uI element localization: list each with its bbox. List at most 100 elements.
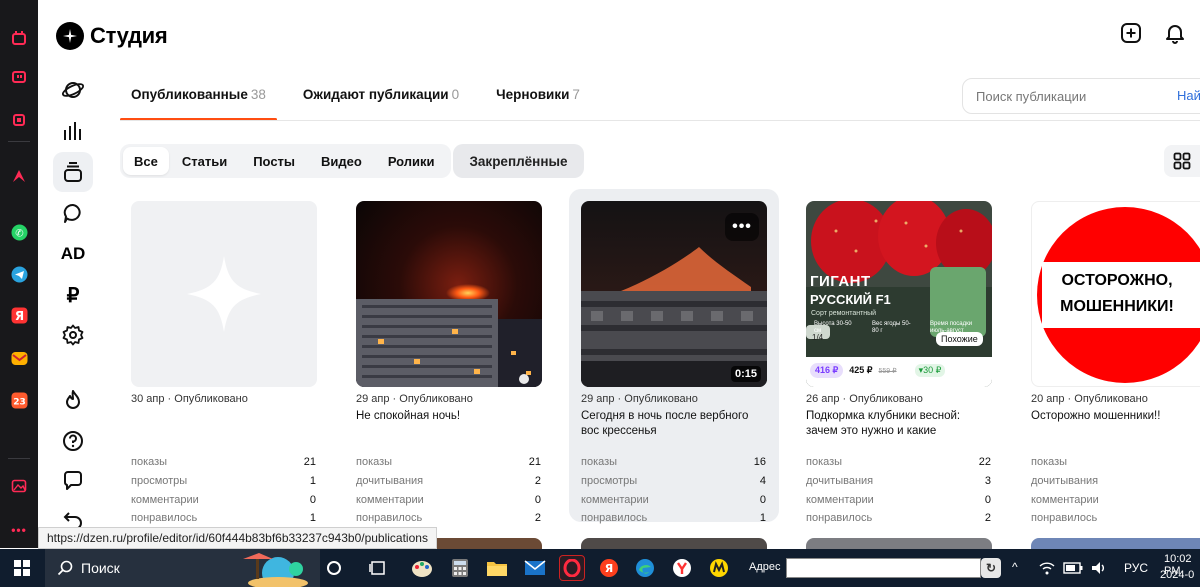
app-logo[interactable]: Студия — [56, 22, 168, 50]
help-icon[interactable] — [58, 426, 88, 456]
network-icon[interactable] — [1034, 555, 1060, 581]
address-go-icon[interactable]: ↻ — [981, 558, 1001, 578]
card-title[interactable]: Осторожно мошенники!! — [1031, 409, 1200, 439]
stat-row: дочитывания 3 — [806, 475, 991, 488]
notifications-bell-icon[interactable] — [1163, 21, 1187, 45]
stat-row: понравилось 1 — [581, 512, 766, 525]
card-title[interactable]: Подкормка клубники весной: зачем это нуж… — [806, 409, 992, 439]
card-title[interactable] — [131, 409, 317, 439]
calculator-icon[interactable] — [447, 555, 473, 581]
yandex-browser-icon[interactable] — [669, 555, 695, 581]
publication-card[interactable]: ГИГАНТ РУССКИЙ F1 Сорт ремонтантный Высо… — [806, 201, 992, 528]
stat-row: комментарии 0 — [581, 493, 766, 506]
dzen-logo-icon — [56, 22, 84, 50]
opera-icon[interactable] — [559, 555, 585, 581]
stat-row: комментарии 0 — [806, 493, 991, 506]
publication-card[interactable]: ОСТОРОЖНО, МОШЕННИКИ! 20 апр · Опубликов… — [1031, 201, 1200, 528]
pinned-filter-button[interactable]: Закреплённые — [453, 144, 584, 178]
card-stats: показы 22 дочитывания 3 комментарии 0 понра… — [806, 453, 992, 528]
settings-gear-icon[interactable] — [58, 320, 88, 350]
ad-product-name: РУССКИЙ F1 — [810, 292, 891, 307]
windows-start-icon[interactable] — [14, 560, 30, 576]
svg-text:Я: Я — [605, 562, 613, 575]
card-title[interactable]: Не спокойная ночь! — [356, 409, 542, 439]
yandex-market-icon[interactable] — [706, 555, 732, 581]
cortana-icon[interactable] — [321, 555, 347, 581]
card-stats: показы 16 просмотры 4 комментарии 0 понрави… — [581, 453, 767, 528]
chat-icon[interactable] — [58, 466, 88, 496]
aria-icon[interactable] — [7, 164, 31, 188]
card-thumbnail[interactable]: ••• 0:15 — [581, 201, 767, 387]
card-meta: 29 апр · Опубликовано — [356, 393, 473, 405]
tray-expand-icon[interactable]: ^ — [1012, 560, 1018, 574]
stat-row: показы 22 — [806, 456, 991, 469]
tab-scheduled[interactable]: Ожидают публикации 0 — [292, 75, 470, 121]
flame-icon[interactable] — [58, 385, 88, 415]
publication-card[interactable]: ••• 0:15 29 апр · Опубликовано Сегодня в… — [569, 189, 779, 528]
search-icon — [57, 560, 73, 576]
card-thumbnail[interactable] — [356, 201, 542, 387]
tab-drafts[interactable]: Черновики 7 — [485, 75, 591, 121]
twitch-icon[interactable] — [7, 66, 31, 90]
volume-icon[interactable] — [1086, 555, 1112, 581]
card-thumbnail[interactable]: ОСТОРОЖНО, МОШЕННИКИ! — [1031, 201, 1200, 387]
address-toolbar-input[interactable] — [786, 558, 981, 578]
ad-feature-weight: Вес ягоды 50-80 г — [872, 321, 911, 334]
language-indicator[interactable]: РУС — [1124, 561, 1148, 575]
taskbar-search[interactable]: Поиск — [45, 549, 320, 587]
address-dropdown-icon[interactable]: ▼ — [970, 562, 979, 572]
stat-row: понравилось 2 — [356, 512, 541, 525]
edge-icon[interactable] — [632, 555, 658, 581]
card-thumbnail[interactable]: ГИГАНТ РУССКИЙ F1 Сорт ремонтантный Высо… — [806, 201, 992, 387]
warning-line-2: МОШЕННИКИ! — [1060, 298, 1174, 315]
file-explorer-icon[interactable] — [484, 555, 510, 581]
filter-posts[interactable]: Посты — [240, 147, 308, 175]
add-publication-button[interactable] — [1119, 21, 1143, 45]
publication-card[interactable]: 30 апр · Опубликовано показы 21 просмотры… — [131, 201, 317, 528]
ad-similar-button[interactable]: Похожие — [936, 332, 983, 346]
news-icon[interactable]: 23 — [7, 388, 31, 412]
stat-row: дочитывания 2 — [356, 475, 541, 488]
video-duration: 0:15 — [730, 366, 761, 382]
tab-published[interactable]: Опубликованные 38 — [120, 75, 277, 121]
grid-view-icon[interactable] — [1164, 145, 1200, 177]
chip-icon[interactable] — [7, 108, 31, 132]
address-toolbar-label: Адрес — [749, 561, 781, 573]
telegram-icon[interactable] — [7, 262, 31, 286]
ad-subtitle: Сорт ремонтантный — [811, 310, 877, 317]
monetization-icon[interactable]: ₽ — [58, 280, 88, 310]
whatsapp-icon[interactable]: ✆ — [7, 220, 31, 244]
paint-icon[interactable] — [409, 555, 435, 581]
mail-app-icon[interactable] — [522, 555, 548, 581]
tab-count: 0 — [451, 87, 460, 102]
sparkle-placeholder-icon — [187, 256, 261, 332]
card-more-button[interactable]: ••• — [725, 213, 759, 241]
card-thumbnail[interactable] — [131, 201, 317, 387]
mail-icon[interactable] — [7, 346, 31, 370]
comments-icon[interactable] — [58, 198, 88, 228]
yandex-app-icon[interactable]: Я — [596, 555, 622, 581]
filter-videos[interactable]: Видео — [308, 147, 375, 175]
yandex-icon[interactable]: Я — [7, 303, 31, 327]
task-view-icon[interactable] — [365, 555, 391, 581]
search-input[interactable]: Поиск публикации — [962, 78, 1200, 114]
filter-shorts[interactable]: Ролики — [375, 147, 448, 175]
card-meta: 20 апр · Опубликовано — [1031, 393, 1148, 405]
filter-articles[interactable]: Статьи — [169, 147, 240, 175]
filter-all[interactable]: Все — [123, 147, 169, 175]
battery-icon[interactable] — [1060, 555, 1086, 581]
stat-row: комментарии — [1031, 493, 1099, 506]
statistics-icon[interactable] — [58, 116, 88, 146]
planet-icon[interactable] — [58, 75, 88, 105]
search-button[interactable]: Най — [1177, 88, 1200, 103]
publications-icon[interactable] — [53, 152, 93, 192]
calendar-icon[interactable] — [7, 26, 31, 50]
stat-row: просмотры 4 — [581, 475, 766, 488]
more-icon[interactable]: ••• — [7, 518, 31, 542]
search-placeholder: Поиск публикации — [976, 88, 1087, 104]
card-title[interactable]: Сегодня в ночь после вербного вос кресcе… — [581, 409, 767, 439]
publication-card[interactable]: 29 апр · Опубликовано Не спокойная ночь!… — [356, 201, 542, 528]
ads-icon[interactable]: AD — [58, 239, 88, 269]
clock-date[interactable]: 2024-0 — [1160, 569, 1194, 581]
gallery-icon[interactable] — [7, 474, 31, 498]
